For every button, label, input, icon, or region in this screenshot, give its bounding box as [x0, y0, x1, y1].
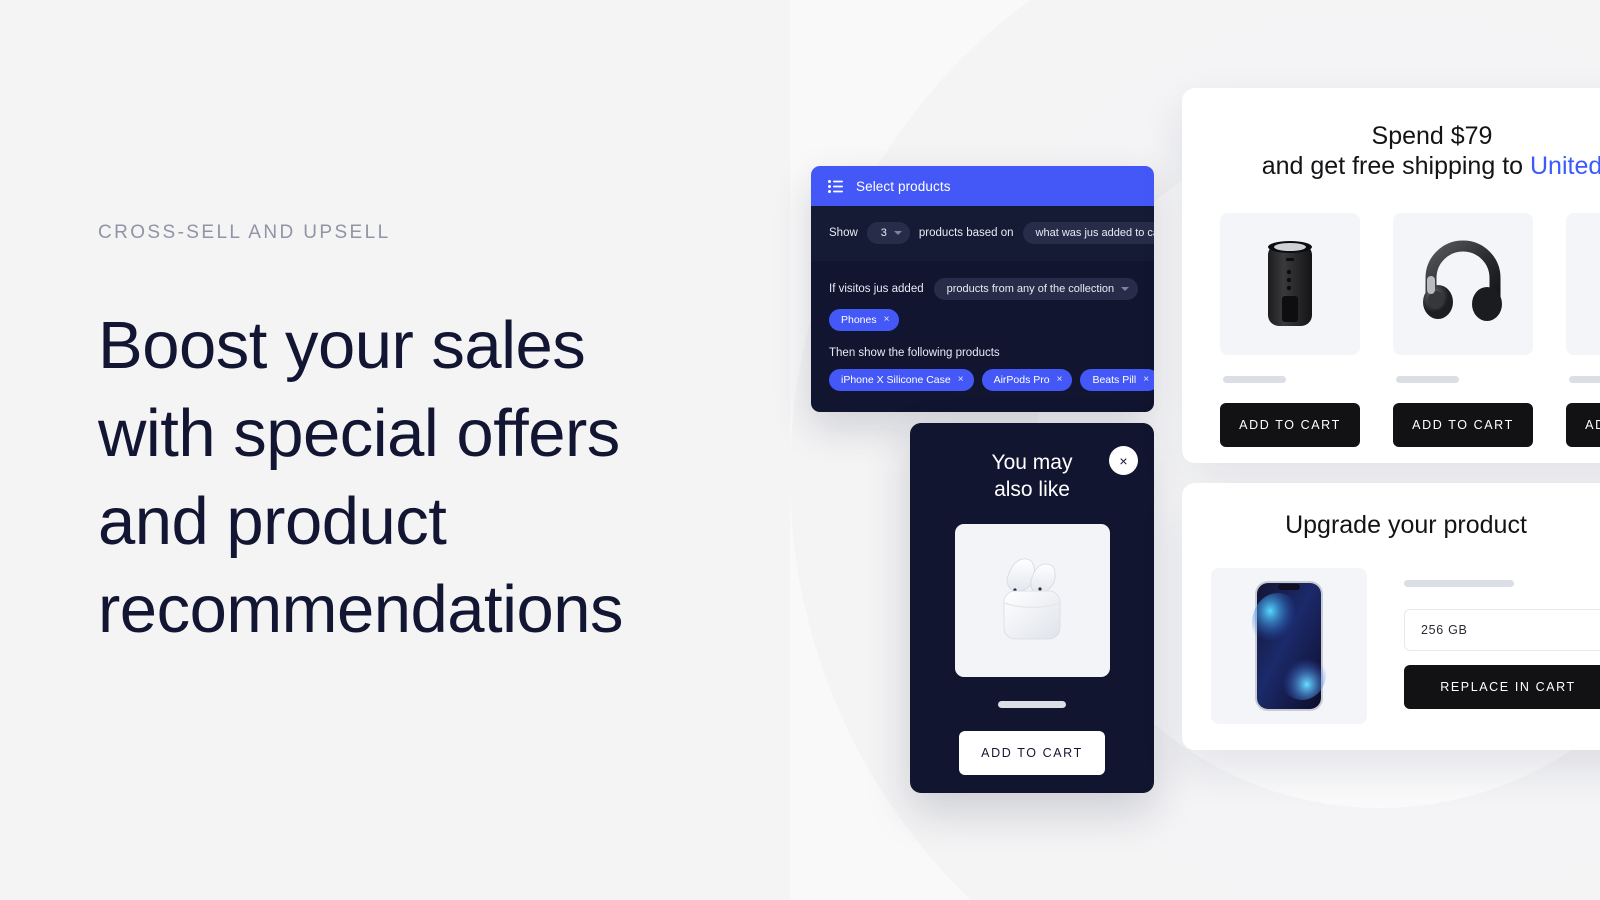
upgrade-options: 256 GB REPLACE IN CART [1404, 568, 1600, 724]
product-chip-label: Beats Pill [1092, 374, 1137, 386]
collection-chip-label: Phones [841, 314, 877, 326]
chevron-down-icon [1121, 287, 1130, 291]
upgrade-title: Upgrade your product [1285, 511, 1527, 539]
airpods-image [954, 524, 1110, 677]
free-shipping-product-grid: ADD TO CART ADD TO CART A [1182, 181, 1600, 447]
then-show-label: Then show the following products [829, 347, 1000, 359]
list-icon [828, 179, 843, 193]
free-shipping-card: Spend $79 and get free shipping to Unite… [1182, 88, 1600, 463]
eyebrow-label: CROSS-SELL AND UPSELL [98, 222, 391, 243]
headline-line-4: recommendations [98, 572, 624, 647]
free-shipping-title-line-1: Spend $79 [1371, 122, 1493, 150]
also-like-title-line-2: also like [994, 478, 1070, 501]
page-title: Boost your sales with special offers and… [98, 302, 758, 654]
select-products-rules: If visitos jus added products from any o… [811, 261, 1154, 412]
variant-select[interactable]: 256 GB [1404, 609, 1600, 651]
add-to-cart-button[interactable]: ADD TO CART [959, 731, 1105, 775]
product-chip[interactable]: AirPods Pro × [981, 369, 1073, 391]
basis-select[interactable]: what was jus added to cart [1022, 222, 1154, 244]
product-title-placeholder [1223, 376, 1286, 383]
products-based-on-label: products based on [918, 227, 1014, 239]
hero-copy: CROSS-SELL AND UPSELL Boost your sales w… [98, 222, 758, 654]
add-to-cart-button[interactable]: ADD TO CART [1566, 403, 1600, 447]
collection-value: products from any of the collection [946, 283, 1115, 295]
close-icon[interactable]: × [958, 375, 964, 385]
product-title-placeholder [1396, 376, 1459, 383]
shipping-country-link[interactable]: United [1530, 152, 1600, 180]
visitor-added-label: If visitos jus added [829, 283, 924, 295]
product-title-placeholder [998, 701, 1066, 708]
headline-line-2: with special offers [98, 396, 620, 471]
select-products-basis-row: Show 3 products based on what was jus ad… [811, 206, 1154, 261]
headline-line-3: and product [98, 484, 447, 559]
product-chip[interactable]: Beats Pill × [1080, 369, 1154, 391]
close-icon[interactable]: × [884, 315, 890, 325]
also-like-card: × You may also like ADD TO CART [910, 423, 1154, 793]
chevron-down-icon [893, 231, 902, 235]
product-image [1566, 213, 1600, 355]
visitor-condition-row: If visitos jus added products from any o… [829, 278, 1139, 300]
add-to-cart-button[interactable]: ADD TO CART [1220, 403, 1360, 447]
variant-value: 256 GB [1421, 623, 1468, 637]
free-shipping-title: Spend $79 and get free shipping to Unite… [1182, 121, 1600, 181]
upgrade-product-card: × Upgrade your product [1182, 483, 1600, 750]
iphone-image [1211, 568, 1367, 724]
close-button[interactable]: × [1109, 446, 1138, 475]
replace-in-cart-button[interactable]: REPLACE IN CART [1404, 665, 1600, 709]
collection-chip-list: Phones × [829, 309, 1136, 331]
upgrade-body: 256 GB REPLACE IN CART [1182, 540, 1600, 724]
product-count-select[interactable]: 3 [866, 222, 910, 244]
product-chip-label: iPhone X Silicone Case [841, 374, 951, 386]
product-title-placeholder [1569, 376, 1600, 383]
product-chip-label: AirPods Pro [993, 374, 1050, 386]
product-column: ADD TO CART [1393, 213, 1533, 447]
product-title-placeholder [1404, 580, 1514, 587]
headphones-image [1393, 213, 1533, 355]
close-icon[interactable]: × [1143, 375, 1149, 385]
close-icon[interactable]: × [1057, 375, 1063, 385]
collection-chip[interactable]: Phones × [829, 309, 900, 331]
show-label: Show [829, 227, 858, 239]
product-chip-list: iPhone X Silicone Case × AirPods Pro × B… [829, 369, 1154, 391]
free-shipping-title-line-2: and get free shipping to [1261, 152, 1524, 180]
speaker-image [1220, 213, 1360, 355]
select-products-header: Select products [811, 166, 1154, 206]
collection-select[interactable]: products from any of the collection [933, 278, 1139, 300]
product-chip[interactable]: iPhone X Silicone Case × [829, 369, 974, 391]
product-count-value: 3 [880, 227, 887, 239]
also-like-title-line-1: You may [991, 451, 1073, 474]
basis-value: what was jus added to cart [1035, 227, 1154, 239]
product-column: ADD TO CART [1220, 213, 1360, 447]
select-products-title: Select products [856, 178, 951, 194]
select-products-panel: Select products Show 3 products based on… [811, 166, 1154, 412]
product-column: ADD TO CART [1566, 213, 1600, 447]
add-to-cart-button[interactable]: ADD TO CART [1393, 403, 1533, 447]
headline-line-1: Boost your sales [98, 308, 586, 383]
